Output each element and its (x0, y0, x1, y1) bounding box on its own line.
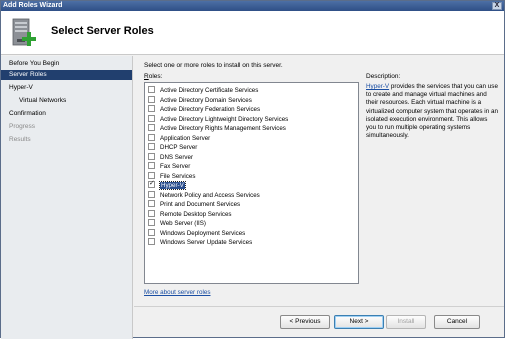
role-item[interactable]: Active Directory Domain Services (148, 95, 252, 105)
install-button: Install (386, 315, 426, 329)
page-title: Select Server Roles (51, 25, 154, 37)
wizard-nav: Before You Begin Server Roles Hyper-V Vi… (1, 56, 133, 339)
role-label: File Services (160, 172, 196, 180)
nav-item-virtual-networks[interactable]: Virtual Networks (1, 96, 132, 106)
checkbox[interactable] (148, 190, 155, 198)
role-item[interactable]: Active Directory Federation Services (148, 105, 260, 114)
role-item[interactable]: Application Server (148, 133, 211, 143)
more-about-roles-link[interactable]: More about server roles (144, 289, 211, 296)
roles-list[interactable]: Active Directory Certificate Services Ac… (144, 82, 359, 284)
role-item[interactable]: Web Server (IIS) (148, 219, 206, 228)
description-text: provides the services that you can use t… (366, 83, 498, 140)
checkbox[interactable] (148, 162, 155, 169)
role-item[interactable]: Windows Server Update Services (148, 238, 252, 247)
nav-item-server-roles[interactable]: Server Roles (1, 70, 132, 80)
nav-item-progress: Progress (9, 123, 36, 130)
role-item[interactable]: Fax Server (148, 162, 190, 171)
checkbox[interactable] (148, 143, 155, 150)
checkbox-checked[interactable] (148, 179, 155, 188)
checkbox[interactable] (148, 105, 155, 112)
nav-item-confirmation[interactable]: Confirmation (1, 109, 132, 119)
title-bar: Add Roles Wizard X (1, 1, 504, 11)
role-item[interactable]: DHCP Server (148, 143, 197, 152)
next-button[interactable]: Next > (334, 315, 384, 329)
footer-divider (134, 306, 504, 307)
role-item[interactable]: Active Directory Certificate Services (148, 86, 258, 95)
checkbox[interactable] (148, 209, 155, 217)
role-label: Active Directory Domain Services (160, 96, 252, 104)
role-item[interactable]: Network Policy and Access Services (148, 190, 260, 200)
role-item[interactable]: File Services (148, 171, 196, 181)
checkbox[interactable] (148, 95, 155, 103)
window-title: Add Roles Wizard (3, 2, 63, 9)
role-label: Web Server (IIS) (160, 220, 206, 227)
role-label: Remote Desktop Services (160, 210, 232, 218)
checkbox[interactable] (148, 238, 155, 245)
role-label: Active Directory Certificate Services (160, 87, 259, 94)
nav-item-results: Results (9, 136, 31, 143)
nav-item-before-you-begin[interactable]: Before You Begin (1, 59, 132, 69)
close-icon[interactable]: X (492, 2, 502, 10)
role-item[interactable]: Print and Document Services (148, 200, 240, 209)
role-label: Windows Deployment Services (160, 229, 246, 237)
checkbox[interactable] (148, 133, 155, 141)
server-roles-add-icon (12, 18, 36, 46)
role-item[interactable]: Active Directory Rights Management Servi… (148, 124, 286, 133)
checkbox[interactable] (148, 152, 155, 160)
description-title: Description: (366, 73, 401, 80)
role-label: Application Server (160, 134, 211, 142)
previous-button[interactable]: < Previous (280, 315, 330, 329)
description-link[interactable]: Hyper-V (366, 83, 389, 90)
instruction-text: Select one or more roles to install on t… (144, 62, 283, 69)
role-label: Active Directory Rights Management Servi… (160, 125, 286, 132)
role-item-hyper-v[interactable]: Hyper-V (148, 179, 186, 190)
role-label: Print and Document Services (160, 201, 241, 208)
checkbox[interactable] (148, 86, 155, 93)
nav-item-hyper-v[interactable]: Hyper-V (1, 83, 132, 93)
cancel-button[interactable]: Cancel (434, 315, 480, 329)
role-item[interactable]: Windows Deployment Services (148, 228, 246, 238)
roles-label: Roles: (144, 73, 162, 80)
main-content: Select one or more roles to install on t… (134, 56, 504, 306)
checkbox[interactable] (148, 124, 155, 131)
role-item[interactable]: Remote Desktop Services (148, 209, 232, 219)
description-body: Hyper-V provides the services that you c… (366, 83, 498, 140)
role-label: Hyper-V (159, 181, 186, 190)
roles-label-rest: oles: (148, 73, 163, 80)
role-label: Network Policy and Access Services (160, 191, 260, 199)
role-item[interactable]: Active Directory Lightweight Directory S… (148, 114, 289, 124)
role-label: DHCP Server (160, 144, 198, 151)
wizard-window: Add Roles Wizard X Select Server Roles B… (0, 0, 505, 339)
role-label: DNS Server (160, 153, 194, 161)
role-label: Fax Server (160, 163, 191, 170)
role-label: Windows Server Update Services (160, 239, 253, 246)
role-label: Active Directory Lightweight Directory S… (160, 115, 289, 123)
checkbox[interactable] (148, 219, 155, 226)
checkbox[interactable] (148, 171, 155, 179)
checkbox[interactable] (148, 114, 155, 122)
role-item[interactable]: DNS Server (148, 152, 194, 162)
role-label: Active Directory Federation Services (160, 106, 261, 113)
wizard-header: Select Server Roles (1, 11, 504, 55)
checkbox[interactable] (148, 200, 155, 207)
checkbox[interactable] (148, 228, 155, 236)
